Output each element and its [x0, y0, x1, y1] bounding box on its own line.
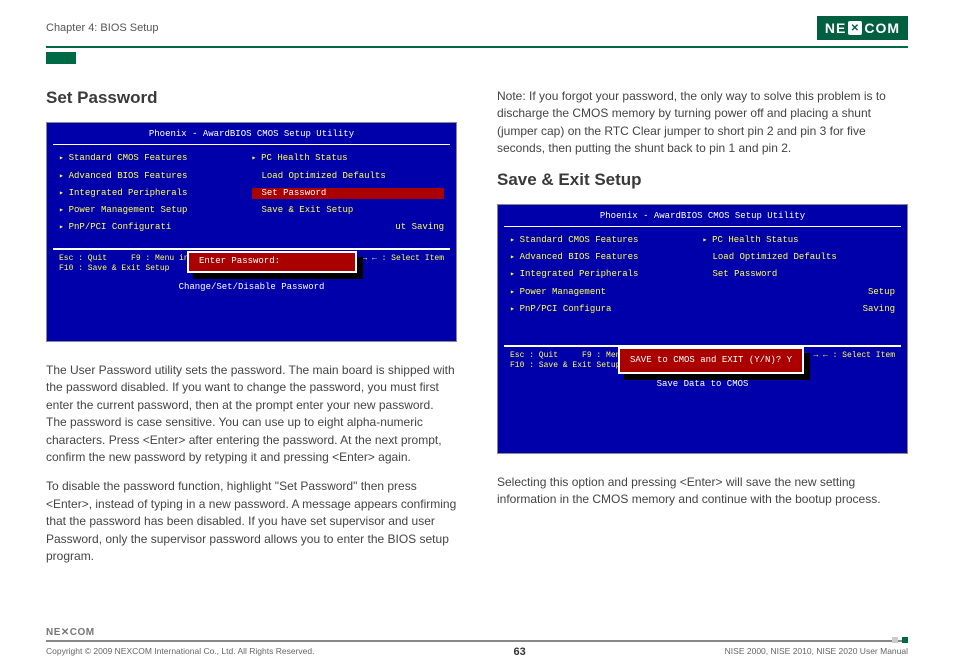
- bios-col-right: PC Health Status Load Optimized Defaults…: [252, 153, 445, 233]
- logo-left: NE: [825, 20, 846, 36]
- footer-rule: [46, 640, 908, 642]
- header-rule: [46, 46, 908, 48]
- page-number: 63: [513, 646, 525, 658]
- copyright: Copyright © 2009 NEXCOM International Co…: [46, 646, 314, 658]
- bios-item: Load Optimized Defaults: [703, 252, 896, 263]
- logo-nexcom: NE ✕ COM: [817, 16, 908, 40]
- bios-bottom-hint: Change/Set/Disable Password: [47, 276, 456, 295]
- bios-item: PC Health Status: [703, 235, 896, 246]
- paragraph: The User Password utility sets the passw…: [46, 362, 457, 466]
- header-tab: [46, 52, 76, 64]
- bios-item: Standard CMOS Features: [59, 153, 252, 164]
- page-footer: NE✕COM Copyright © 2009 NEXCOM Internati…: [46, 627, 908, 658]
- bios-col-left: Standard CMOS Features Advanced BIOS Fea…: [510, 235, 703, 315]
- bios-item: Power Management: [510, 287, 703, 298]
- right-column: Note: If you forgot your password, the o…: [497, 88, 908, 577]
- bios-item-selected: Set Password: [252, 188, 445, 199]
- bios-item: Load Optimized Defaults: [252, 171, 445, 182]
- bios-item: Advanced BIOS Features: [510, 252, 703, 263]
- left-column: Set Password Phoenix - AwardBIOS CMOS Se…: [46, 88, 457, 577]
- bios-title: Phoenix - AwardBIOS CMOS Setup Utility: [47, 127, 456, 144]
- bios-bottom-hint: Save Data to CMOS: [498, 373, 907, 392]
- bios-dialog-enter-password: Enter Password:: [187, 251, 357, 273]
- heading-save-exit: Save & Exit Setup: [497, 170, 908, 190]
- bios-item: Power Management Setup: [59, 205, 252, 216]
- bios-item-fragment: Saving: [703, 304, 896, 315]
- bios-item: Save & Exit Setup: [252, 205, 445, 216]
- bios-item: PC Health Status: [252, 153, 445, 164]
- bios-footer-right: ↑ ↓ → ← : Select Item: [343, 254, 444, 274]
- bios-footer-right: ↑ ↓ → ← : Select Item: [794, 351, 895, 371]
- chapter-title: Chapter 4: BIOS Setup: [46, 22, 159, 34]
- bios-screenshot-set-password: Phoenix - AwardBIOS CMOS Setup Utility S…: [46, 122, 457, 342]
- bios-item: PnP/PCI Configurati: [59, 222, 252, 233]
- bios-item: Integrated Peripherals: [510, 269, 703, 280]
- paragraph-note: Note: If you forgot your password, the o…: [497, 88, 908, 158]
- bios-item: Set Password: [703, 269, 896, 280]
- bios-item: PnP/PCI Configura: [510, 304, 703, 315]
- bios-item: Standard CMOS Features: [510, 235, 703, 246]
- bios-item-fragment: Setup: [703, 287, 896, 298]
- bios-col-left: Standard CMOS Features Advanced BIOS Fea…: [59, 153, 252, 233]
- logo-right: COM: [864, 20, 900, 36]
- heading-set-password: Set Password: [46, 88, 457, 108]
- bios-item-fragment: ut Saving: [252, 222, 445, 233]
- paragraph: Selecting this option and pressing <Ente…: [497, 474, 908, 509]
- bios-item: Integrated Peripherals: [59, 188, 252, 199]
- bios-screenshot-save-exit: Phoenix - AwardBIOS CMOS Setup Utility S…: [497, 204, 908, 454]
- footer-logo: NE✕COM: [46, 627, 908, 638]
- bios-dialog-save-exit: SAVE to CMOS and EXIT (Y/N)? Y: [618, 347, 804, 374]
- paragraph: To disable the password function, highli…: [46, 478, 457, 565]
- bios-col-right: PC Health Status Load Optimized Defaults…: [703, 235, 896, 315]
- logo-x-icon: ✕: [848, 21, 862, 35]
- bios-item: Advanced BIOS Features: [59, 171, 252, 182]
- bios-title: Phoenix - AwardBIOS CMOS Setup Utility: [498, 209, 907, 226]
- manual-title: NISE 2000, NISE 2010, NISE 2020 User Man…: [725, 646, 908, 658]
